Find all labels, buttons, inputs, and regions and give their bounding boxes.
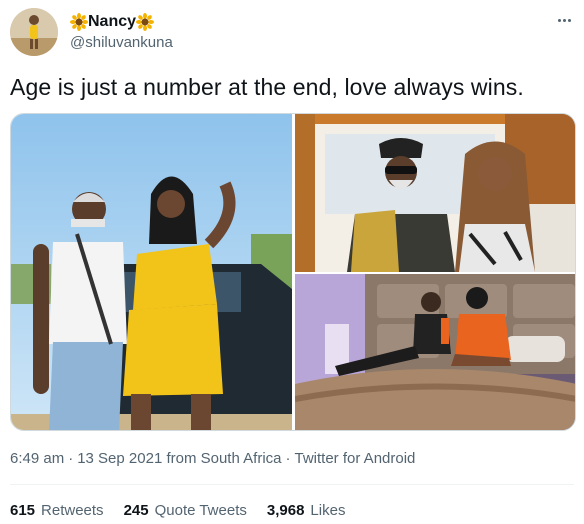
retweets-stat[interactable]: 615 Retweets xyxy=(10,502,104,519)
user-handle[interactable]: @shiluvankuna xyxy=(70,34,173,51)
more-options-icon[interactable] xyxy=(552,10,576,30)
quote-tweets-stat[interactable]: 245 Quote Tweets xyxy=(124,502,247,519)
photo-couple-on-porch[interactable] xyxy=(295,114,575,272)
tweet-card: Nancy @shiluvankuna Age is just a number… xyxy=(0,0,584,524)
date-location-link[interactable]: 13 Sep 2021 from South Africa xyxy=(77,450,281,467)
media-grid xyxy=(10,113,576,431)
photo-couple-on-bed[interactable] xyxy=(295,274,575,430)
likes-stat[interactable]: 3,968 Likes xyxy=(267,502,346,519)
display-name: Nancy xyxy=(88,13,137,30)
separator: · xyxy=(68,450,74,467)
likes-label: Likes xyxy=(310,502,346,519)
quote-tweets-count: 245 xyxy=(123,502,149,519)
separator: · xyxy=(285,450,291,467)
display-name-row[interactable]: Nancy xyxy=(70,11,155,33)
retweets-label: Retweets xyxy=(41,502,104,519)
retweets-count: 615 xyxy=(10,502,36,519)
sunflower-icon xyxy=(70,13,88,31)
avatar[interactable] xyxy=(10,8,58,56)
divider xyxy=(10,484,574,485)
source-link[interactable]: Twitter for Android xyxy=(295,450,416,467)
tweet-metadata: 6:49 am · 13 Sep 2021 from South Africa … xyxy=(10,450,415,467)
tweet-text: Age is just a number at the end, love al… xyxy=(10,74,524,100)
sunflower-icon xyxy=(136,13,155,31)
engagement-stats: 615 Retweets 245 Quote Tweets 3,968 Like… xyxy=(10,502,345,519)
quote-tweets-label: Quote Tweets xyxy=(154,502,247,519)
timestamp-link[interactable]: 6:49 am xyxy=(10,450,64,467)
likes-count: 3,968 xyxy=(266,502,305,519)
photo-couple-by-car[interactable] xyxy=(11,114,292,430)
